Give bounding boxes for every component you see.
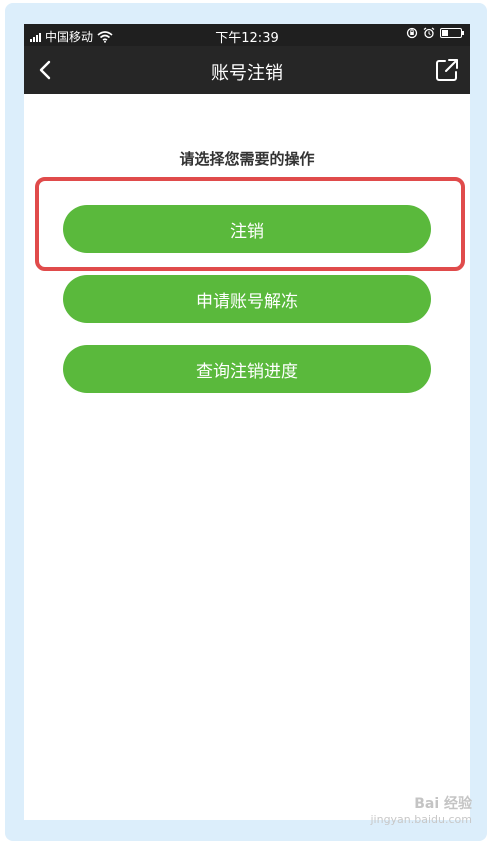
highlight-annotation-box [35,177,465,271]
alarm-clock-icon [423,27,435,39]
query-deregister-progress-button[interactable]: 查询注销进度 [63,345,431,393]
status-time: 下午12:39 [215,31,279,46]
section-title: 请选择您需要的操作 [179,150,315,168]
watermark: Bai 经验 jingyan.baidu.com [370,793,472,826]
unfreeze-account-button[interactable]: 申请账号解冻 [63,275,431,323]
battery-fill [442,30,448,36]
watermark-logo: Bai 经验 [414,796,472,812]
battery-icon [440,28,464,38]
watermark-url: jingyan.baidu.com [370,813,472,826]
share-external-icon[interactable] [434,57,460,83]
phone-screen: 中国移动 下午12:39 账号注销 请选择您需要的操作 注销 申请账号解冻 查询… [24,24,470,820]
status-right [406,27,464,39]
orientation-lock-icon [406,27,418,39]
page-title: 账号注销 [211,63,283,84]
status-bar: 中国移动 下午12:39 [24,24,470,46]
navigation-bar: 账号注销 [24,46,470,94]
